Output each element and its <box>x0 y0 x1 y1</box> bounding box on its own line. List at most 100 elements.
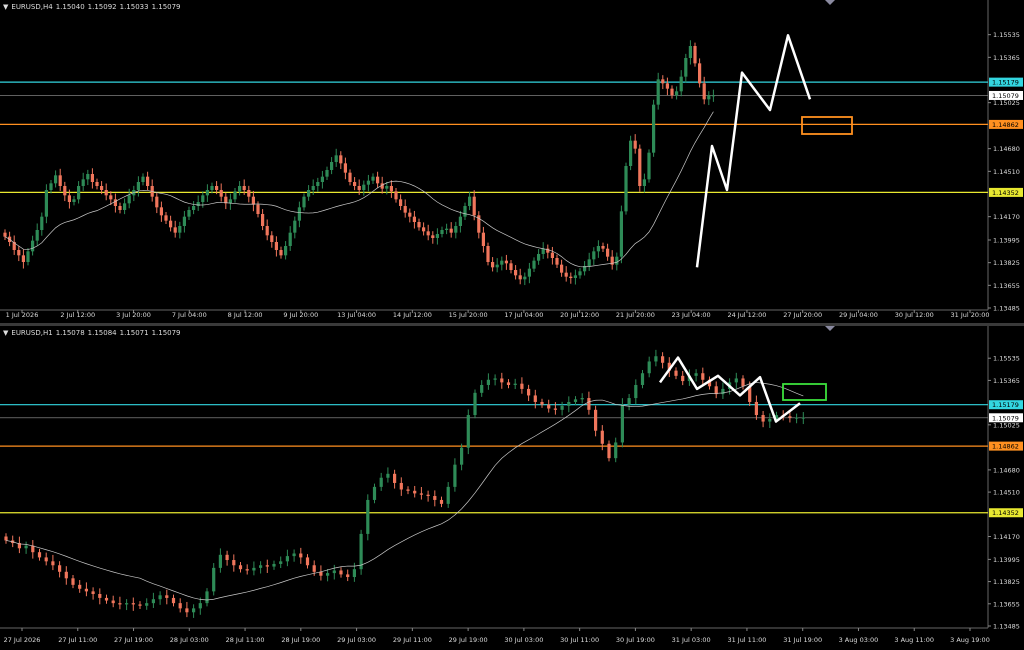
h4-candle-body <box>270 235 274 242</box>
h4-candle-body <box>192 206 196 210</box>
h1-price-label: 1.15365 <box>993 377 1020 385</box>
h1-candle-body <box>795 417 799 419</box>
h1-price-tag-text: 1.15179 <box>992 401 1019 409</box>
h4-candle-body <box>560 264 564 273</box>
h4-candle-body <box>537 254 541 261</box>
h4-candle-body <box>362 184 366 190</box>
h1-candle-body <box>359 533 363 570</box>
h1-candle-body <box>439 499 444 504</box>
h1-candle-body <box>232 560 236 566</box>
h4-candle-body <box>426 231 430 236</box>
h4-candle-body <box>615 256 619 265</box>
h1-candle-body <box>225 554 229 561</box>
h1-candle-body <box>694 373 698 376</box>
h4-price-label: 1.15365 <box>993 54 1020 62</box>
h1-candle-body <box>205 591 209 604</box>
h1-candle-body <box>533 395 537 402</box>
h4-candle-body <box>40 216 44 230</box>
h1-candle-body <box>91 591 95 594</box>
h4-candle-body <box>21 255 25 262</box>
h4-candle-body <box>31 240 35 252</box>
h1-candle-body <box>372 486 377 500</box>
h4-candle-body <box>454 226 458 233</box>
h4-candle-body <box>647 152 651 180</box>
h4-candle-body <box>54 175 58 184</box>
h1-candle-body <box>125 603 129 605</box>
h4-candle-body <box>320 176 324 182</box>
h4-candle-body <box>159 207 163 216</box>
h1-candle-body <box>165 595 169 598</box>
h4-candle-body <box>399 199 403 206</box>
h1-candle-body <box>58 565 62 572</box>
h1-candle-body <box>453 464 457 487</box>
h4-candle-body <box>242 186 246 190</box>
h1-candle-body <box>614 442 618 459</box>
h4-candle-body <box>578 271 582 276</box>
h1-shift-marker-icon[interactable] <box>825 326 835 331</box>
h1-time-label: 29 Jul 11:00 <box>393 636 432 644</box>
h1-candle-body <box>299 553 303 558</box>
h4-chart-pane[interactable]: 1.15535 1.15365 1.15025 1.14680 1.14510 1.141… <box>0 0 1024 323</box>
h4-candle-body <box>573 275 577 278</box>
chart-menu-icon[interactable]: ▼ <box>3 3 8 11</box>
h4-price-tag-cyan: 1.15179 <box>989 77 1023 87</box>
chart-menu-icon[interactable]: ▼ <box>3 329 8 337</box>
h1-candle-body <box>305 557 310 566</box>
h4-candle-body <box>376 176 380 184</box>
h1-candle-body <box>620 404 624 443</box>
h1-candle-body <box>399 482 403 490</box>
h4-candle-body <box>113 199 117 206</box>
h4-candle-body <box>693 46 697 64</box>
h1-candle-body <box>84 588 88 592</box>
h4-candle-body <box>164 215 168 221</box>
h4-candle-body <box>431 235 435 238</box>
h1-time-label: 31 Jul 11:00 <box>727 636 766 644</box>
h4-candle-body <box>371 176 375 181</box>
h4-chart-canvas[interactable]: 1.15535 1.15365 1.15025 1.14680 1.14510 1.141… <box>0 0 1024 323</box>
h4-time-label: 7 Jul 04:00 <box>172 311 207 319</box>
h4-candle-body <box>233 191 237 200</box>
h1-price-tag-text: 1.14352 <box>992 509 1019 517</box>
h4-candle-body <box>675 91 679 96</box>
h1-candle-body <box>198 603 202 609</box>
h4-candle-body <box>619 211 623 257</box>
h4-candle-body <box>238 186 242 192</box>
h4-time-label: 30 Jul 12:00 <box>895 311 934 319</box>
h1-candle-body <box>754 401 758 416</box>
h4-time-label: 9 Jul 20:00 <box>283 311 318 319</box>
h4-candle-body <box>661 79 665 84</box>
h4-candle-body <box>408 212 412 217</box>
h1-candle-body <box>573 399 578 402</box>
h4-price-label: 1.15535 <box>993 31 1020 39</box>
h4-price-tag-text: 1.14862 <box>992 121 1019 129</box>
h4-candle-body <box>638 148 642 186</box>
h1-chart-pane[interactable]: 1.15535 1.15365 1.15025 1.14680 1.14510 1.141… <box>0 326 1024 650</box>
h4-candle-body <box>297 207 301 221</box>
h4-candle-body <box>412 216 416 222</box>
h4-shift-marker-icon[interactable] <box>825 0 835 5</box>
h4-candle-body <box>118 206 122 210</box>
h4-candle-body <box>307 190 311 197</box>
h4-candle-body <box>44 190 48 217</box>
h4-candle-body <box>284 246 288 256</box>
h1-time-label: 30 Jul 11:00 <box>560 636 599 644</box>
h4-price-label: 1.13485 <box>993 305 1020 313</box>
h4-chart-title: ▼ EURUSD,H4 1.15040 1.15092 1.15033 1.15079 <box>3 3 184 11</box>
h1-candle-body <box>600 430 604 444</box>
h1-time-label: 28 Jul 03:00 <box>170 636 209 644</box>
h4-candle-body <box>86 174 90 180</box>
h4-price-label: 1.14680 <box>993 145 1020 153</box>
h4-candle-body <box>665 83 669 89</box>
h4-candle-body <box>205 190 209 196</box>
h1-candle-body <box>486 379 490 385</box>
h1-candle-body <box>580 398 584 400</box>
h1-price-label: 1.14510 <box>993 489 1020 497</box>
h1-candle-body <box>560 405 564 410</box>
h4-time-label: 17 Jul 04:00 <box>504 311 543 319</box>
h4-time-label: 20 Jul 12:00 <box>560 311 599 319</box>
h4-candle-body <box>339 155 343 164</box>
h4-time-label: 2 Jul 12:00 <box>60 311 95 319</box>
h1-price-label: 1.14680 <box>993 466 1020 474</box>
h4-candle-body <box>201 195 205 202</box>
h1-chart-canvas[interactable]: 1.15535 1.15365 1.15025 1.14680 1.14510 1.141… <box>0 326 1024 650</box>
